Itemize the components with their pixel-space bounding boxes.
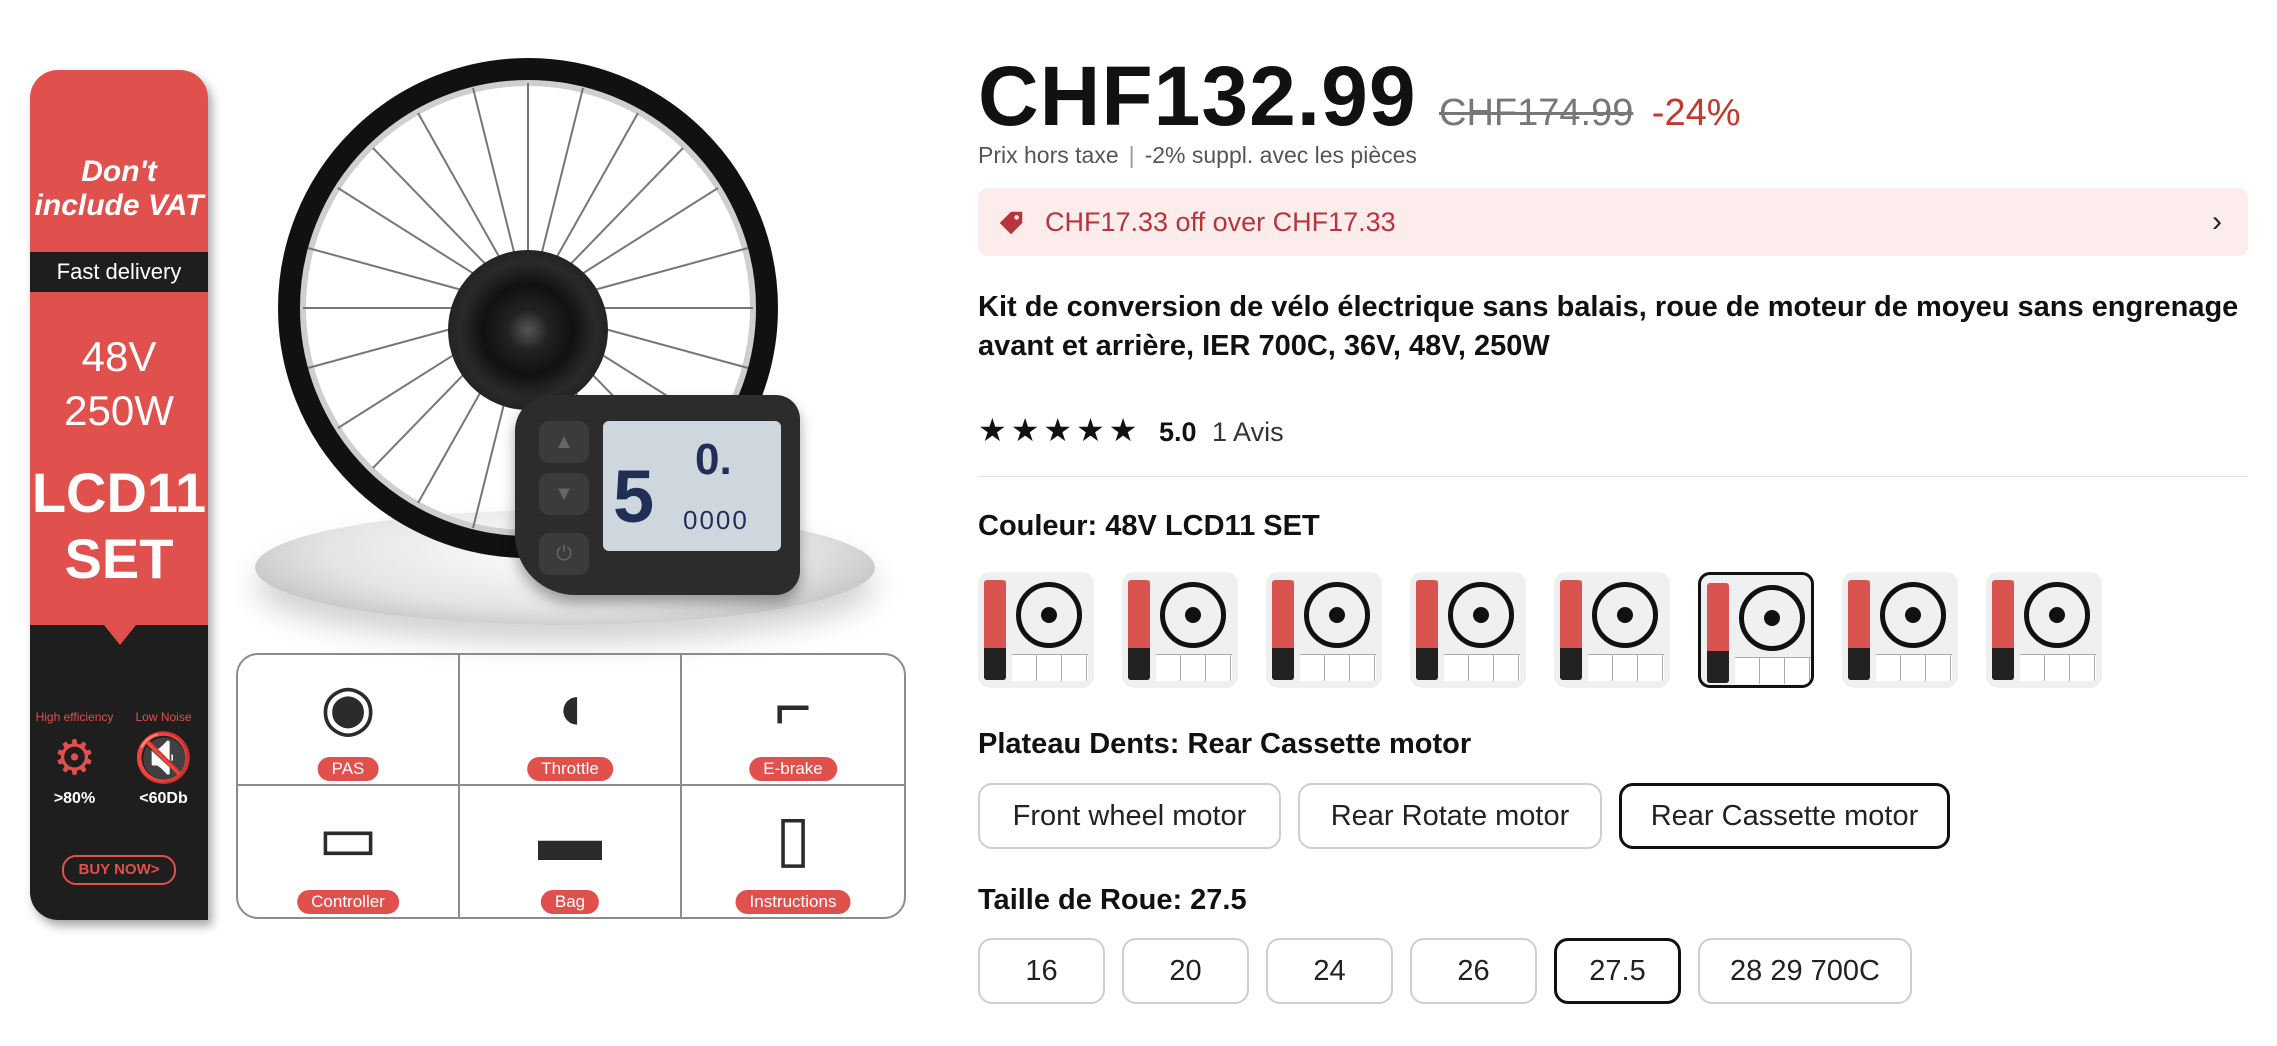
star-icons: ★★★★★: [978, 412, 1142, 448]
wheel-size-28-29-700c[interactable]: 28 29 700C: [1698, 938, 1912, 1004]
wheel-size-27-5[interactable]: 27.5: [1554, 938, 1681, 1004]
product-title: Kit de conversion de vélo électrique san…: [978, 291, 2239, 362]
tag-icon: [996, 208, 1026, 238]
muted-speaker-icon: 🔇: [133, 732, 194, 785]
sensor-icon: ◉: [320, 671, 376, 743]
review-count[interactable]: 1 Avis: [1212, 417, 1284, 447]
accessory-controller: ▭ Controller: [238, 786, 460, 917]
buy-now-badge: BUY NOW>: [62, 855, 176, 885]
controller-icon: ▭: [317, 802, 379, 874]
up-arrow-icon: ▲: [539, 421, 589, 463]
wheel-size-24[interactable]: 24: [1266, 938, 1393, 1004]
option-rear-rotate-motor[interactable]: Rear Rotate motor: [1298, 783, 1602, 849]
current-price: CHF132.99: [978, 49, 1417, 143]
option-rear-cassette-motor[interactable]: Rear Cassette motor: [1619, 783, 1950, 849]
color-swatch[interactable]: [1698, 572, 1814, 688]
vat-notice: Don't include VAT: [34, 155, 204, 222]
color-option-label: Couleur: 48V LCD11 SET: [978, 510, 1320, 542]
chevron-right-icon: ›: [2212, 205, 2222, 238]
coupon-text: CHF17.33 off over CHF17.33: [1045, 207, 1396, 237]
lcd-display: ▲ ▼ ⏻ 5 0. 0000: [515, 395, 800, 595]
wheel-size-16[interactable]: 16: [978, 938, 1105, 1004]
original-price: CHF174.99: [1439, 92, 1634, 134]
promo-banner: Don't include VAT Fast delivery 48V 250W…: [30, 70, 208, 920]
accessory-ebrake: ⌐ E-brake: [682, 655, 904, 786]
divider: [978, 476, 2248, 477]
rating-score: 5.0: [1158, 417, 1197, 447]
color-swatch[interactable]: [1554, 572, 1670, 688]
accessory-throttle: ◖ Throttle: [460, 655, 682, 786]
wheel-size-20[interactable]: 20: [1122, 938, 1249, 1004]
noise-feature: Low Noise 🔇 <60Db: [119, 710, 208, 808]
efficiency-feature: High efficiency ⚙ >80%: [30, 710, 119, 808]
product-image[interactable]: Don't include VAT Fast delivery 48V 250W…: [0, 0, 940, 1046]
color-swatch[interactable]: [1266, 572, 1382, 688]
gear-option-label: Plateau Dents: Rear Cassette motor: [978, 728, 1472, 760]
color-swatch[interactable]: [1842, 572, 1958, 688]
accessory-bag: ▬ Bag: [460, 786, 682, 917]
manual-icon: ▯: [775, 802, 811, 874]
color-swatch[interactable]: [1122, 572, 1238, 688]
down-arrow-icon: ▼: [539, 473, 589, 515]
color-swatch[interactable]: [1410, 572, 1526, 688]
model-text: LCD11 SET: [31, 461, 207, 590]
lcd-screen: 5 0. 0000: [603, 421, 781, 551]
accessory-pas: ◉ PAS: [238, 655, 460, 786]
spec-text: 48V 250W: [64, 333, 174, 434]
wheel-size-option-label: Taille de Roue: 27.5: [978, 884, 1247, 916]
color-swatch[interactable]: [1986, 572, 2102, 688]
accessories-grid: ◉ PAS ◖ Throttle ⌐ E-brake ▭ Controller …: [236, 653, 906, 919]
coupon-banner[interactable]: CHF17.33 off over CHF17.33 ›: [978, 188, 2248, 256]
option-front-wheel-motor[interactable]: Front wheel motor: [978, 783, 1281, 849]
accessory-instructions: ▯ Instructions: [682, 786, 904, 917]
bag-icon: ▬: [538, 802, 602, 874]
price-row: CHF132.99 CHF174.99 -24%: [978, 48, 1741, 143]
brake-lever-icon: ⌐: [774, 671, 812, 743]
color-swatch[interactable]: [978, 572, 1094, 688]
gear-icon: ⚙: [52, 732, 97, 785]
tax-note: Prix hors taxe | -2% suppl. avec les pièce…: [978, 142, 1417, 168]
hub-motor: [448, 250, 608, 410]
discount-percent: -24%: [1651, 92, 1741, 134]
wheel-size-26[interactable]: 26: [1410, 938, 1537, 1004]
rating-row[interactable]: ★★★★★ 5.0 1 Avis: [978, 410, 1284, 450]
throttle-icon: ◖: [550, 671, 590, 743]
power-icon: ⏻: [539, 533, 589, 575]
fast-delivery-label: Fast delivery: [30, 252, 208, 292]
